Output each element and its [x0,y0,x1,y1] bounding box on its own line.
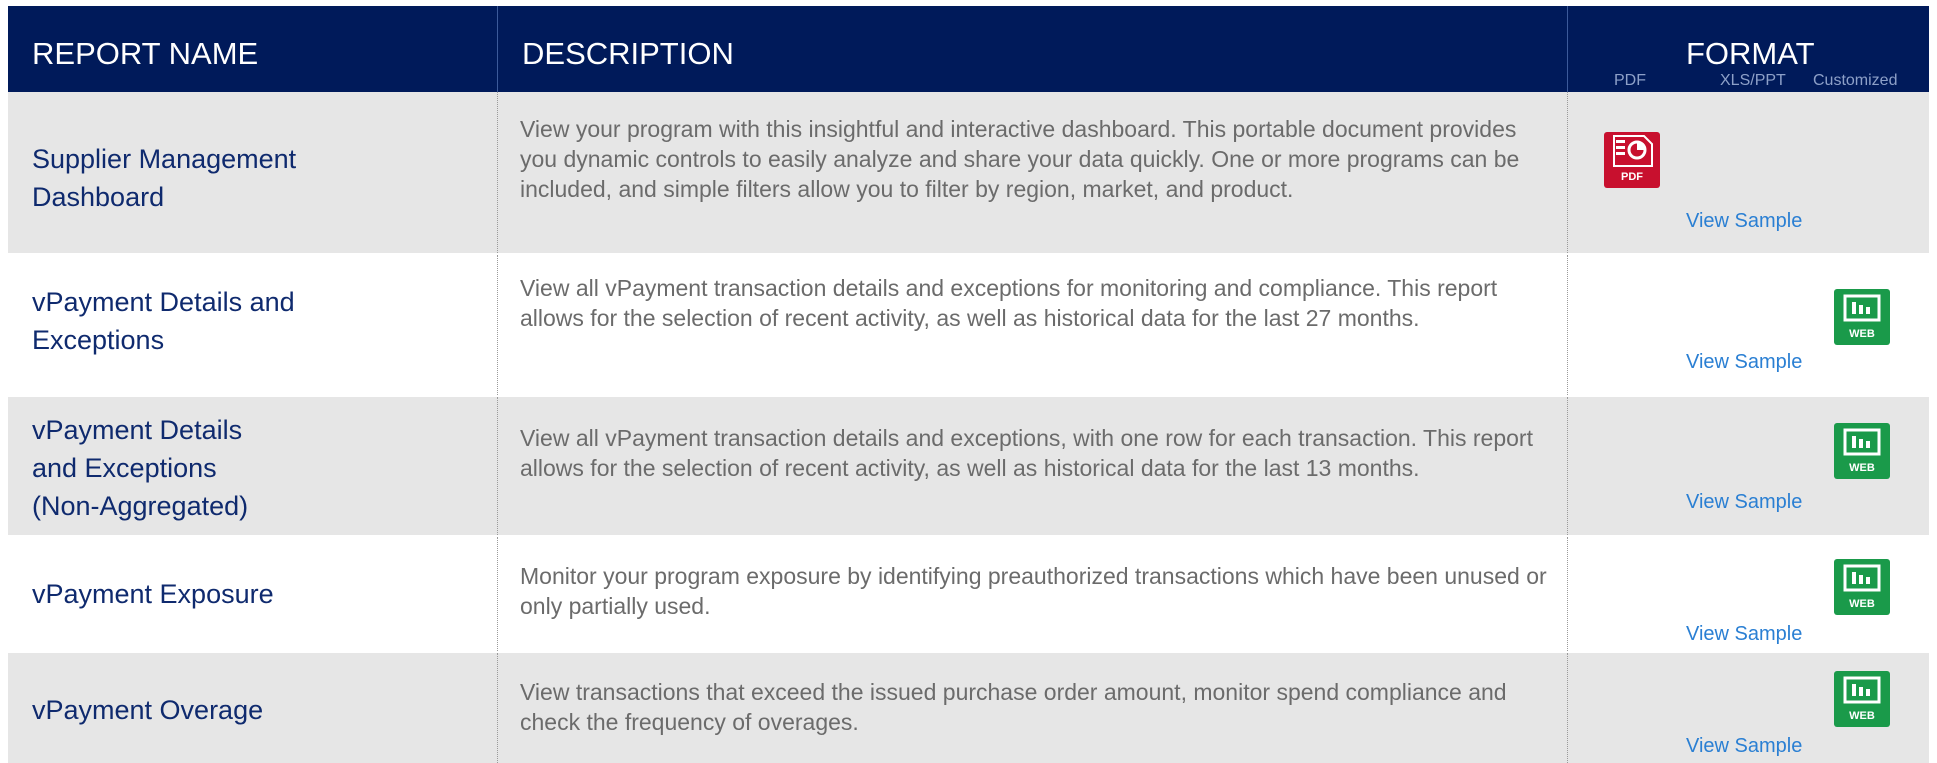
report-name: vPayment Details and Exceptions [32,287,295,355]
icon-label: WEB [1849,462,1875,474]
column-divider [1567,537,1568,651]
column-divider [497,255,498,395]
icon-label: WEB [1849,598,1875,610]
column-divider [497,653,498,763]
table-row: vPayment Details and Exceptions View all… [8,255,1929,397]
table-row: Supplier Management Dashboard View your … [8,92,1929,255]
icon-label: WEB [1849,710,1875,722]
icon-label: PDF [1621,171,1643,183]
column-divider [1567,255,1568,395]
web-icon[interactable]: WEB [1834,289,1890,345]
icon-label: WEB [1849,328,1875,340]
table-row: vPayment Exposure Monitor your program e… [8,537,1929,653]
format-subcol-xls-ppt: XLS/PPT [1720,72,1786,89]
report-description: Monitor your program exposure by identif… [520,563,1547,619]
report-name: vPayment Exposure [32,579,274,609]
report-description: View your program with this insightful a… [520,116,1520,202]
report-name: vPayment Details and Exceptions (Non-Agg… [32,415,249,521]
report-description: View all vPayment transaction details an… [520,425,1533,481]
web-icon[interactable]: WEB [1834,423,1890,479]
column-divider [1567,397,1568,535]
header-divider [1567,6,1568,92]
report-description: View transactions that exceed the issued… [520,679,1507,735]
reports-table: REPORT NAME DESCRIPTION FORMAT PDF XLS/P… [8,6,1929,763]
header-description: DESCRIPTION [522,36,734,71]
header-report-name: REPORT NAME [32,36,259,71]
column-divider [497,537,498,651]
column-divider [497,397,498,535]
view-sample-link[interactable]: View Sample [1686,491,1802,514]
table-header: REPORT NAME DESCRIPTION FORMAT PDF XLS/P… [8,6,1929,92]
format-subcol-pdf: PDF [1614,72,1646,89]
column-divider [1567,92,1568,253]
web-icon[interactable]: WEB [1834,559,1890,615]
pdf-icon[interactable]: PDF [1604,132,1660,188]
report-name: Supplier Management Dashboard [32,144,297,212]
table-row: vPayment Details and Exceptions (Non-Agg… [8,397,1929,537]
report-description: View all vPayment transaction details an… [520,275,1498,331]
report-name: vPayment Overage [32,695,264,725]
header-divider [497,6,498,92]
view-sample-link[interactable]: View Sample [1686,351,1802,374]
column-divider [1567,653,1568,763]
column-divider [497,92,498,253]
web-icon[interactable]: WEB [1834,671,1890,727]
view-sample-link[interactable]: View Sample [1686,623,1802,646]
format-subcol-customized: Customized [1813,72,1898,89]
view-sample-link[interactable]: View Sample [1686,210,1802,233]
table-row: vPayment Overage View transactions that … [8,653,1929,763]
view-sample-link[interactable]: View Sample [1686,735,1802,758]
header-format: FORMAT [1686,36,1815,71]
